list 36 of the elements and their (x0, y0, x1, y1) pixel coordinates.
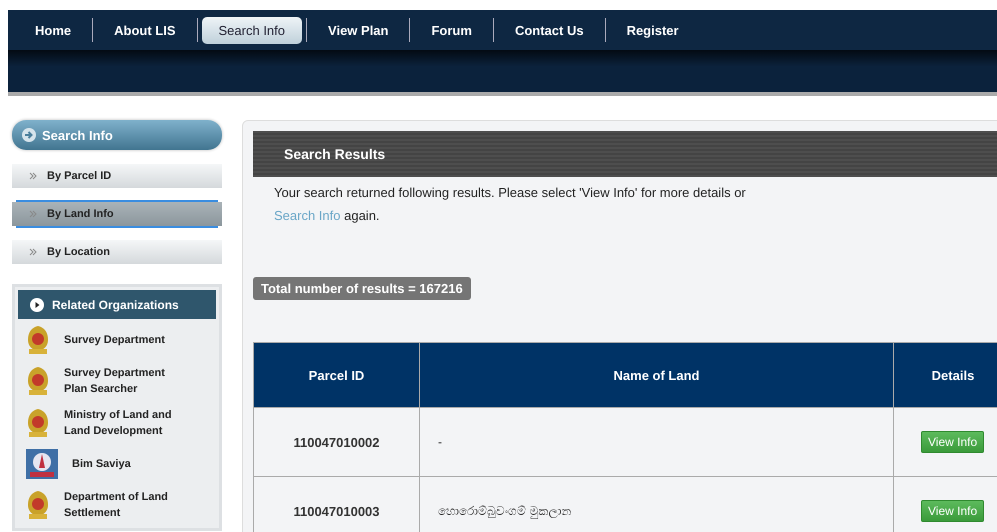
organization-link[interactable]: Ministry of Land and Land Development (64, 407, 184, 439)
emblem-icon (26, 490, 50, 520)
chevron-icon (29, 248, 37, 256)
chevron-icon (29, 210, 37, 218)
sidebar-item[interactable]: By Location (12, 240, 222, 264)
nav-tab[interactable]: Register (610, 16, 696, 44)
nav-tab[interactable]: About LIS (97, 16, 193, 44)
column-header: Details (894, 342, 997, 408)
nav-tab[interactable]: Home (18, 16, 88, 44)
panel-title: Related Organizations (52, 298, 179, 312)
emblem-icon (26, 366, 50, 396)
chevron-icon (29, 172, 37, 180)
results-title: Search Results (284, 146, 386, 162)
sidebar-item[interactable]: By Parcel ID (12, 164, 222, 188)
organization-link[interactable]: Bim Saviya (72, 456, 192, 472)
table-cell: 110047010003 (254, 476, 420, 532)
column-header: Name of Land (420, 342, 894, 408)
organization-link[interactable]: Survey Department Plan Searcher (64, 365, 184, 397)
play-circle-icon (30, 298, 44, 312)
results-count-badge: Total number of results = 167216 (253, 277, 471, 300)
arrow-circle-icon (22, 128, 36, 142)
nav-tab[interactable]: Contact Us (498, 16, 601, 44)
section-title: Search Info (42, 128, 113, 142)
table-cell: - (420, 408, 894, 476)
results-message: Your search returned following results. Please select 'View Info' for more details or Search Info again. (274, 184, 747, 225)
column-header: Parcel ID (254, 342, 420, 408)
organization-link[interactable]: Department of Land Settlement (64, 489, 184, 521)
emblem-icon (26, 408, 50, 438)
organization-link[interactable]: Survey Department (64, 332, 184, 348)
table-cell: 110047010002 (254, 408, 420, 476)
nav-tab[interactable]: View Plan (311, 16, 406, 44)
logo-icon (26, 449, 58, 479)
emblem-icon (26, 325, 50, 355)
nav-tab[interactable]: Search Info (202, 16, 302, 44)
nav-tab[interactable]: Forum (414, 16, 489, 44)
sidebar-item[interactable]: By Land Info (12, 202, 222, 226)
